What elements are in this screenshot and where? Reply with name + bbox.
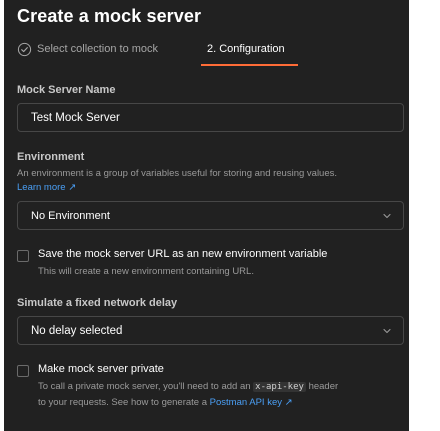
save-url-label: Save the mock server URL as an new envir… <box>38 248 328 260</box>
private-checkbox[interactable] <box>17 365 29 377</box>
create-mock-server-panel: Create a mock server Select collection t… <box>4 0 409 431</box>
page-title: Create a mock server <box>17 6 202 26</box>
environment-label: Environment <box>17 151 85 163</box>
environment-help: An environment is a group of variables u… <box>17 168 338 179</box>
mock-server-name-value: Test Mock Server <box>31 111 120 124</box>
check-circle-icon <box>17 42 32 56</box>
private-label: Make mock server private <box>38 363 164 375</box>
save-url-help: This will create a new environment conta… <box>38 266 254 277</box>
private-help: To call a private mock server, you'll ne… <box>38 379 408 411</box>
postman-api-key-link[interactable]: Postman API key ↗ <box>210 397 293 408</box>
private-help-text-2: header <box>305 381 339 392</box>
chevron-down-icon <box>383 328 391 334</box>
step-tabs: Select collection to mock 2. Configurati… <box>4 32 409 66</box>
network-delay-value: No delay selected <box>31 324 123 337</box>
private-help-text-1: To call a private mock server, you'll ne… <box>38 381 254 392</box>
environment-select[interactable]: No Environment <box>17 201 404 230</box>
network-delay-select[interactable]: No delay selected <box>17 316 404 345</box>
api-key-header-code: x-api-key <box>253 382 306 392</box>
environment-select-value: No Environment <box>31 209 110 222</box>
tab-configuration[interactable]: 2. Configuration <box>201 39 291 59</box>
mock-server-name-input[interactable]: Test Mock Server <box>17 103 404 132</box>
tab-select-collection-label: Select collection to mock <box>37 43 159 55</box>
private-help-text-3: to your requests. See how to generate a <box>38 397 210 408</box>
mock-server-name-label: Mock Server Name <box>17 84 116 96</box>
tab-select-collection[interactable]: Select collection to mock <box>17 39 158 59</box>
learn-more-link[interactable]: Learn more ↗ <box>17 181 76 194</box>
chevron-down-icon <box>383 213 391 219</box>
network-delay-label: Simulate a fixed network delay <box>17 297 178 309</box>
save-url-checkbox[interactable] <box>17 250 29 262</box>
active-tab-indicator <box>201 64 298 66</box>
tab-configuration-label: 2. Configuration <box>207 43 285 55</box>
